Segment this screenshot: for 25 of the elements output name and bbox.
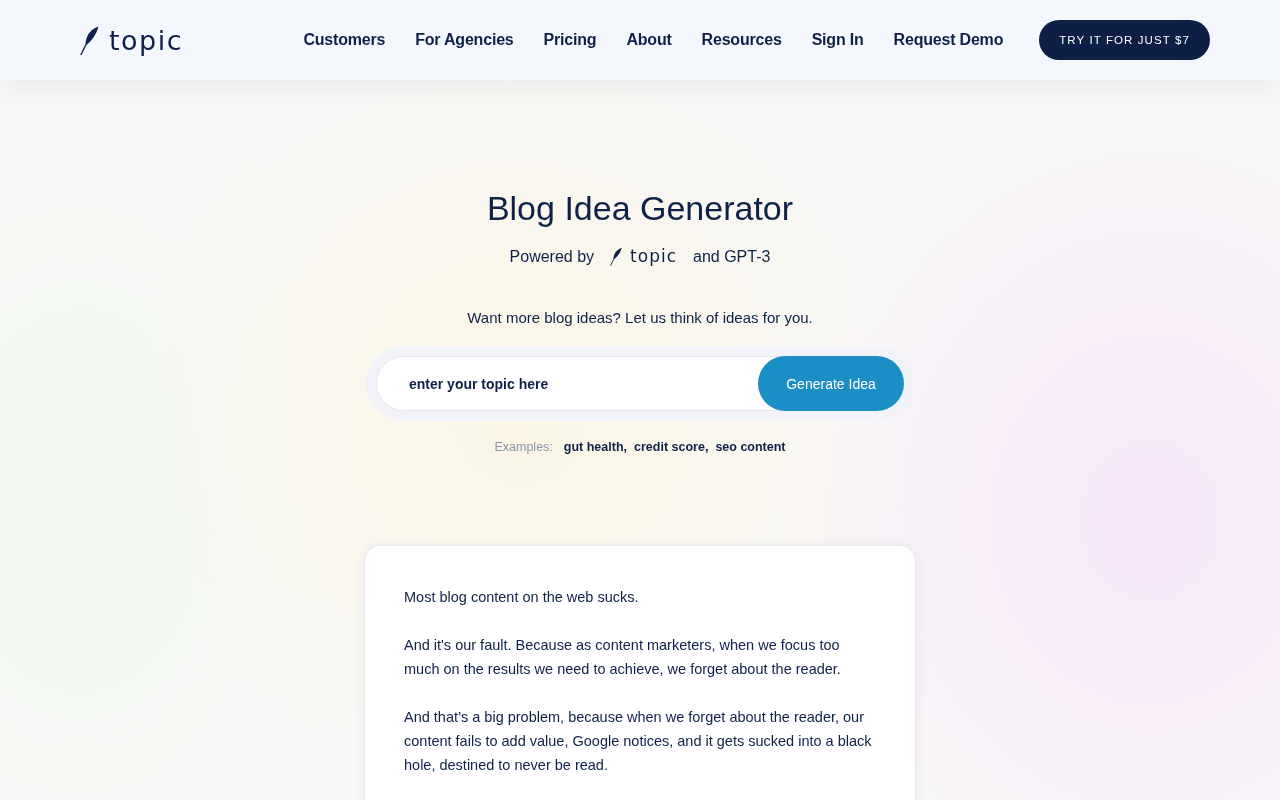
- example-link[interactable]: seo content: [715, 440, 786, 454]
- nav-link[interactable]: About: [626, 31, 672, 49]
- page-title: Blog Idea Generator: [486, 188, 794, 228]
- prompt-text: Want more blog ideas? Let us think of ideas for you.: [467, 308, 813, 328]
- powered-by-text: Powered by: [509, 247, 595, 266]
- trial-button[interactable]: TRY IT FOR JUST $7: [1039, 20, 1210, 60]
- nav-link[interactable]: Pricing: [543, 31, 597, 49]
- example-link[interactable]: gut health,: [563, 440, 628, 454]
- logo-link[interactable]: topic: [80, 25, 184, 55]
- article-paragraph: And that’s a big problem, because when we forget about the reader, our content fails to add value, Google notices, and it gets sucked into a black hole, destined to never be read.: [404, 708, 873, 775]
- examples-label: Examples:: [494, 440, 553, 454]
- generate-button[interactable]: Generate Idea: [758, 356, 904, 411]
- topic-input-field[interactable]: enter your topic here Generate Idea: [376, 356, 904, 411]
- article-paragraph: And it's our fault. Because as content marketers, when we focus too much on the results we need to achieve, we forget about the reader.: [404, 636, 842, 679]
- nav-link[interactable]: Sign In: [811, 31, 864, 49]
- nav-link[interactable]: Request Demo: [893, 31, 1004, 49]
- nav-link[interactable]: Resources: [701, 31, 782, 49]
- nav-link[interactable]: Customers: [303, 31, 386, 49]
- feather-icon: [610, 247, 623, 266]
- gpt-text: and GPT-3: [693, 247, 771, 266]
- logo-link[interactable]: topic: [610, 247, 678, 266]
- nav-link[interactable]: For Agencies: [415, 31, 514, 49]
- feather-icon: [80, 25, 99, 55]
- article-paragraph: Most blog content on the web sucks.: [404, 588, 640, 607]
- example-link[interactable]: credit score,: [634, 440, 709, 454]
